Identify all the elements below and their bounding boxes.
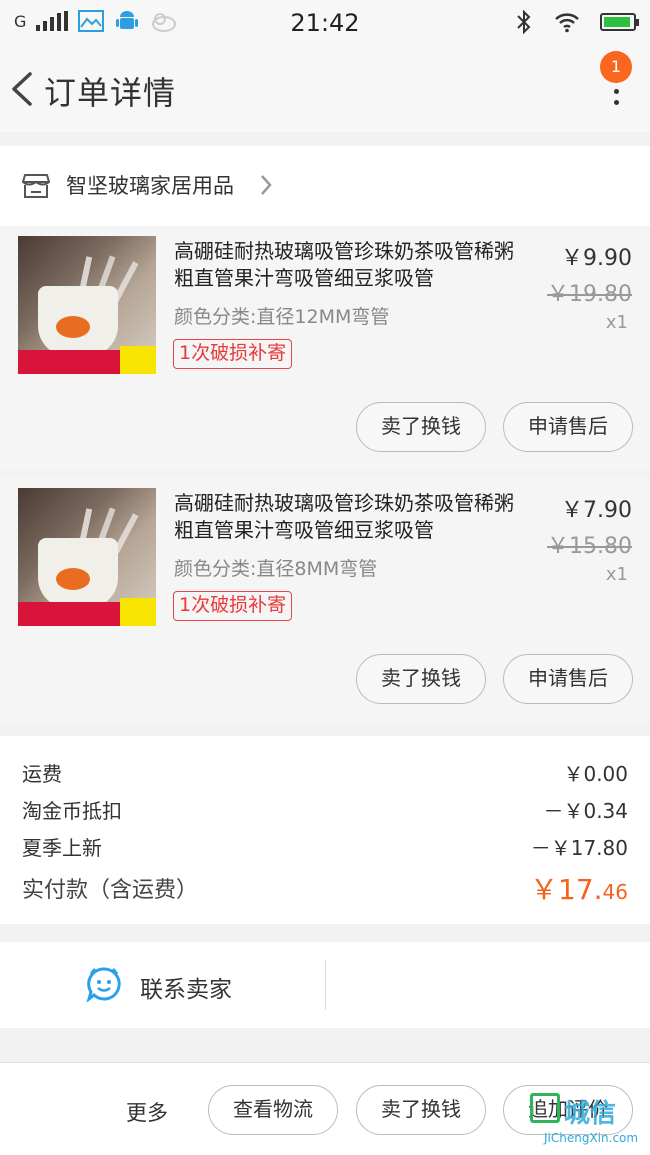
item-price: ￥7.90 xyxy=(561,498,632,523)
status-bar: G 21:42 xyxy=(0,0,650,46)
paid-amount: ￥17.46 xyxy=(530,868,628,908)
chat-icon[interactable] xyxy=(86,966,122,1002)
page-title: 订单详情 xyxy=(44,74,177,112)
shop-row[interactable]: 智坚玻璃家居用品 xyxy=(0,146,650,226)
order-item[interactable]: 高硼硅耐热玻璃吸管珍珠奶茶吸管稀粥粗直管果汁弯吸管细豆浆吸管 颜色分类:直径8M… xyxy=(0,478,650,722)
fee-value: －￥0.34 xyxy=(543,799,628,823)
fee-row-promo: 夏季上新 －￥17.80 xyxy=(22,832,628,861)
watermark-logo: 城信 JiChengXin.com xyxy=(530,1093,646,1149)
view-logistics-button[interactable]: 查看物流 xyxy=(208,1085,338,1135)
after-sale-button[interactable]: 申请售后 xyxy=(503,402,633,452)
service-tag: 1次破损补寄 xyxy=(173,591,293,621)
paid-amount-dec: 46 xyxy=(602,880,628,904)
notification-badge: 1 xyxy=(600,51,632,83)
product-spec: 颜色分类:直径8MM弯管 xyxy=(174,558,378,580)
nav-header: 订单详情 1 xyxy=(0,46,650,132)
product-thumbnail[interactable] xyxy=(18,236,156,374)
status-right xyxy=(514,10,639,34)
shop-name: 智坚玻璃家居用品 xyxy=(66,174,234,198)
contact-seller-button[interactable]: 联系卖家 xyxy=(140,970,232,1004)
item-original-price: ￥15.80 xyxy=(547,534,632,559)
fee-row-shipping: 运费 ￥0.00 xyxy=(22,758,628,787)
item-quantity: x1 xyxy=(605,564,628,585)
chevron-right-icon xyxy=(261,175,272,195)
back-arrow-icon[interactable] xyxy=(6,68,40,110)
sell-for-cash-button[interactable]: 卖了换钱 xyxy=(356,402,486,452)
contact-row: 联系卖家 xyxy=(0,942,650,1028)
watermark-sub: JiChengXin.com xyxy=(544,1131,639,1145)
more-button[interactable]: 更多 xyxy=(126,1097,168,1127)
battery-icon xyxy=(600,13,639,31)
wifi-icon xyxy=(555,13,579,33)
sell-for-cash-button[interactable]: 卖了换钱 xyxy=(356,1085,486,1135)
paid-label: 实付款（含运费） xyxy=(22,878,199,903)
product-spec: 颜色分类:直径12MM弯管 xyxy=(174,306,390,328)
paid-amount-int: ￥17. xyxy=(530,873,603,906)
bottom-action-bar: 更多 查看物流 卖了换钱 追加评价 城信 JiChengXin.com xyxy=(0,1062,650,1155)
item-original-price: ￥19.80 xyxy=(547,282,632,307)
store-icon xyxy=(22,174,50,198)
after-sale-button[interactable]: 申请售后 xyxy=(503,654,633,704)
watermark-text: 城信 xyxy=(564,1099,617,1129)
item-quantity: x1 xyxy=(605,312,628,333)
fee-label: 淘金币抵扣 xyxy=(22,799,122,823)
product-title[interactable]: 高硼硅耐热玻璃吸管珍珠奶茶吸管稀粥粗直管果汁弯吸管细豆浆吸管 xyxy=(174,238,524,292)
fee-label: 夏季上新 xyxy=(22,836,102,860)
product-thumbnail[interactable] xyxy=(18,488,156,626)
sell-for-cash-button[interactable]: 卖了换钱 xyxy=(356,654,486,704)
fee-label: 运费 xyxy=(22,762,62,786)
fee-summary: 运费 ￥0.00 淘金币抵扣 －￥0.34 夏季上新 －￥17.80 实付款（含… xyxy=(0,736,650,924)
divider xyxy=(325,960,326,1010)
bluetooth-icon xyxy=(517,10,531,34)
service-tag: 1次破损补寄 xyxy=(173,339,293,369)
product-title[interactable]: 高硼硅耐热玻璃吸管珍珠奶茶吸管稀粥粗直管果汁弯吸管细豆浆吸管 xyxy=(174,490,524,544)
fee-value: ￥0.00 xyxy=(563,762,628,786)
fee-value: －￥17.80 xyxy=(530,836,628,860)
item-price: ￥9.90 xyxy=(561,246,632,271)
fee-row-coin: 淘金币抵扣 －￥0.34 xyxy=(22,795,628,824)
order-item[interactable]: 高硼硅耐热玻璃吸管珍珠奶茶吸管稀粥粗直管果汁弯吸管细豆浆吸管 颜色分类:直径12… xyxy=(0,226,650,470)
